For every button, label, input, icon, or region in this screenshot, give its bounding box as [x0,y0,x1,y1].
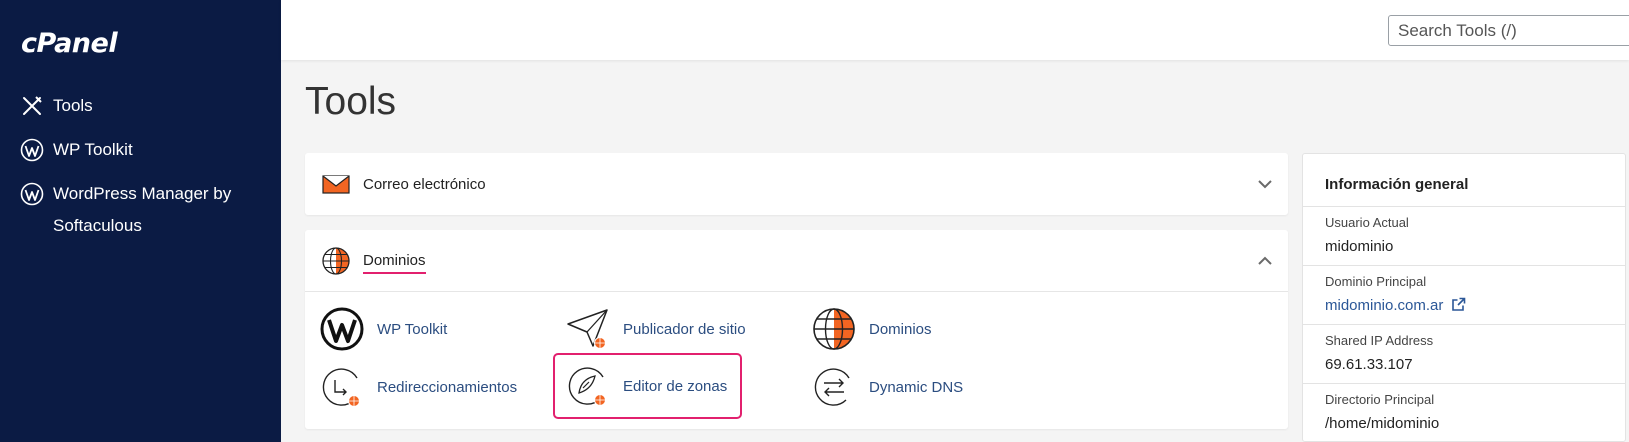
tool-label: Redireccionamientos [377,378,518,396]
wordpress-icon [20,182,44,206]
wordpress-icon [320,307,364,351]
info-row-home-directory: Directorio Principal /home/midominio [1303,383,1625,442]
wordpress-icon [20,138,44,162]
info-row-shared-ip: Shared IP Address 69.61.33.107 [1303,324,1625,383]
tool-label: Publicador de sitio [623,320,746,338]
tools-icon [23,96,42,115]
tool-publicador-de-sitio[interactable]: Publicador de sitio [565,306,746,352]
chevron-up-icon[interactable] [1256,252,1274,270]
tool-dominios[interactable]: Dominios [811,306,932,352]
general-info-card: Información general Usuario Actual midom… [1302,153,1626,442]
main-domain-text[interactable]: midominio.com.ar [1325,297,1443,314]
globe-icon [813,308,855,350]
sidebar: cPanel Tools WP Toolkit WordPress Manage… [0,0,281,442]
tool-label: WP Toolkit [377,320,448,338]
info-value: /home/midominio [1325,415,1440,432]
main-domain-link[interactable]: midominio.com.ar [1325,297,1625,314]
tool-editor-de-zonas[interactable]: Editor de zonas [553,353,742,419]
info-label: Dominio Principal [1325,274,1427,289]
sidebar-item-label: Tools [53,96,93,115]
tool-dynamic-dns[interactable]: Dynamic DNS [811,364,963,410]
page-title: Tools [305,80,397,123]
sidebar-item-label: WordPress Manager by Softaculous [53,184,232,235]
info-label: Shared IP Address [1325,333,1434,348]
dynamic-dns-icon [814,368,850,406]
external-link-icon[interactable] [1451,297,1466,312]
sidebar-item-wordpress-manager[interactable]: WordPress Manager by Softaculous [20,178,281,242]
cpanel-logo[interactable]: cPanel [21,28,118,59]
zone-editor-icon [568,367,606,406]
envelope-icon [322,175,350,194]
info-value: 69.61.33.107 [1325,356,1413,373]
globe-icon [322,246,350,275]
info-value: midominio [1325,238,1394,255]
tool-label: Dominios [869,320,932,338]
panel-title: Correo electrónico [363,175,486,193]
panel-email: Correo electrónico [305,153,1288,215]
panel-title: Dominios [363,252,426,274]
sidebar-item-tools[interactable]: Tools [20,90,93,122]
tool-label: Dynamic DNS [869,378,964,396]
tool-label: Editor de zonas [623,377,728,395]
panel-domains-header[interactable]: Dominios [305,230,1288,292]
tool-redireccionamientos[interactable]: Redireccionamientos [319,364,517,410]
paper-plane-icon [567,309,608,349]
info-label: Directorio Principal [1325,392,1435,407]
tool-wp-toolkit[interactable]: WP Toolkit [319,306,447,352]
info-title: Información general [1325,176,1469,193]
sidebar-item-wp-toolkit[interactable]: WP Toolkit [20,134,133,166]
info-row-main-domain: Dominio Principal midominio.com.ar [1303,265,1625,324]
chevron-down-icon[interactable] [1256,175,1274,193]
panel-email-header[interactable]: Correo electrónico [305,153,1288,215]
info-label: Usuario Actual [1325,215,1409,230]
sidebar-item-label: WP Toolkit [53,140,133,159]
search-input[interactable] [1388,15,1629,46]
info-row-current-user: Usuario Actual midominio [1303,206,1625,265]
redirect-icon [322,368,360,407]
